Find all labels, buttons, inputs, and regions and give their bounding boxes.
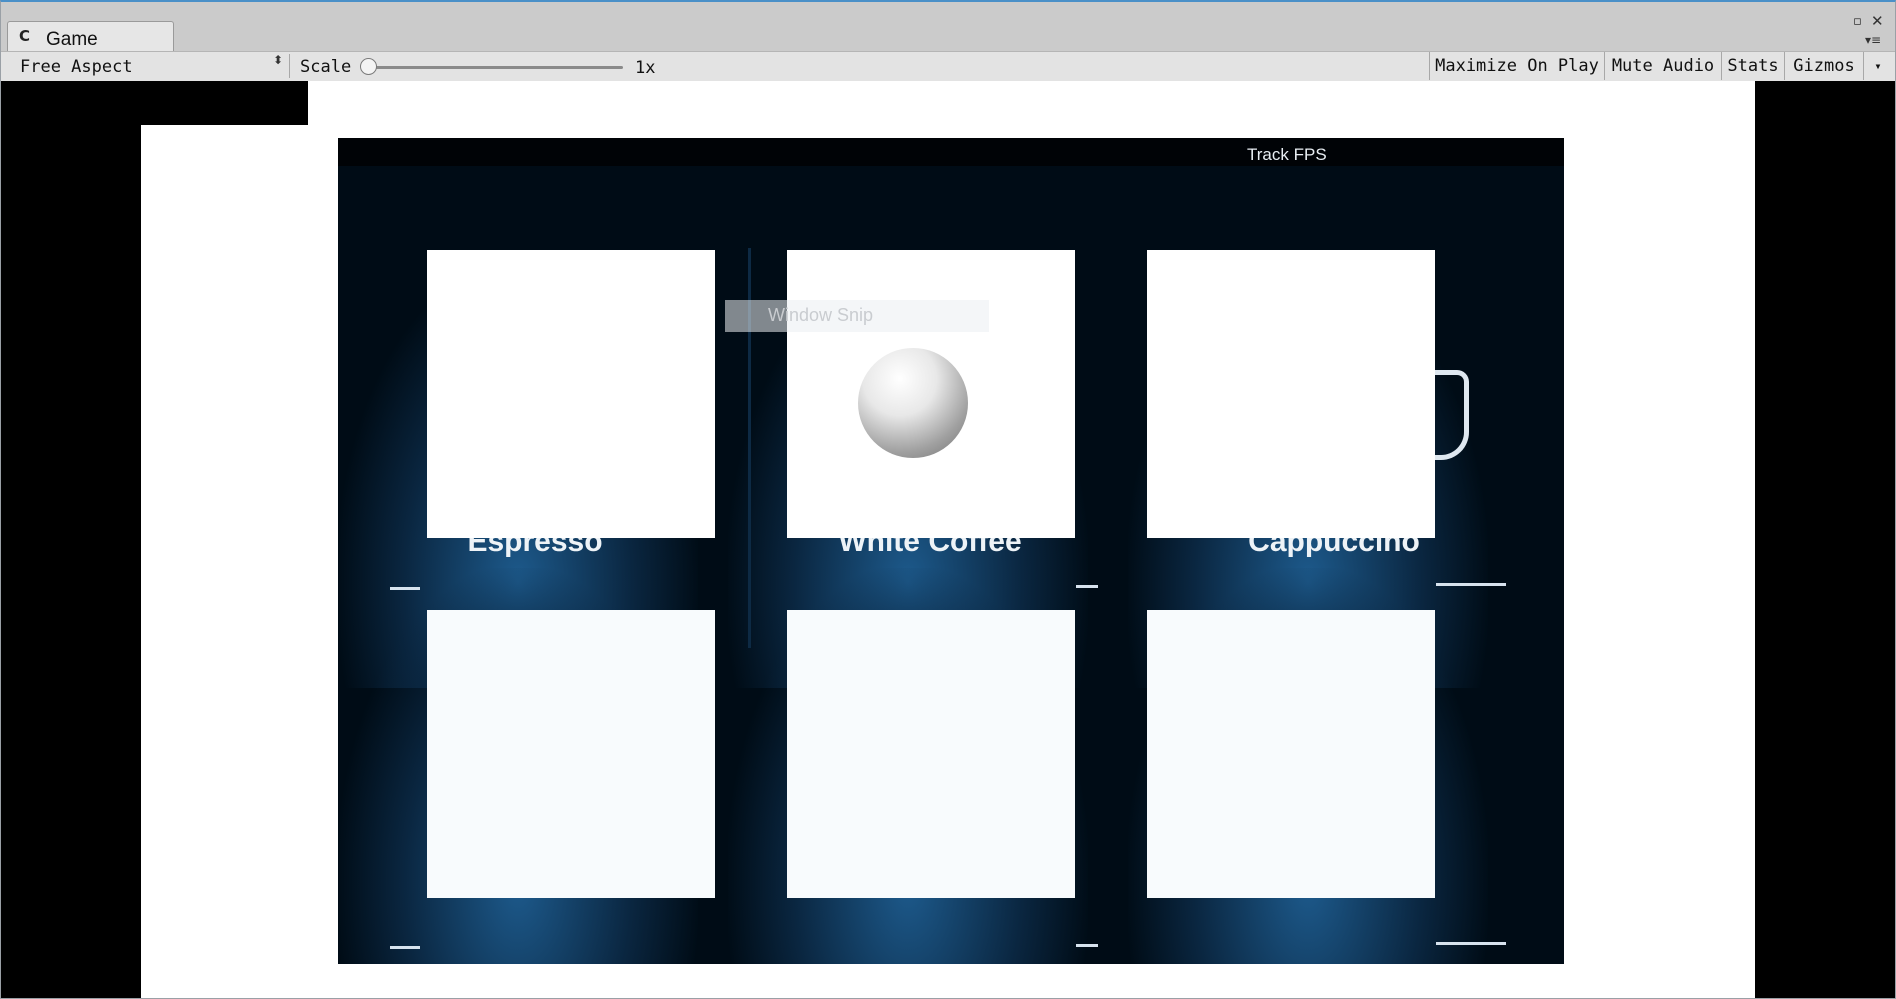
- letterbox-top-left: [141, 81, 308, 125]
- menu-icon[interactable]: ▾≡: [1865, 33, 1881, 47]
- gizmos-button[interactable]: Gizmos: [1784, 52, 1863, 80]
- letterbox-left: [1, 81, 141, 998]
- loading-sphere: [858, 348, 968, 458]
- aspect-dropdown[interactable]: Free Aspect ⬍: [9, 54, 290, 78]
- maximize-icon[interactable]: ▫: [1853, 14, 1862, 29]
- unity-logo-icon: C: [19, 27, 31, 45]
- scale-label: Scale: [300, 57, 352, 77]
- drink-card-cappuccino[interactable]: [1147, 250, 1435, 538]
- shelf-line: [1076, 944, 1098, 947]
- track-fps-label: Track FPS: [1247, 145, 1327, 164]
- shelf-line: [390, 587, 420, 590]
- shelf-line: [1436, 583, 1506, 586]
- tab-strip: C Game ▫ ✕ ▾≡: [1, 2, 1895, 52]
- game-screen: Espresso White Coffee Cappuccino Window …: [338, 138, 1564, 964]
- shelf-line: [1436, 942, 1506, 945]
- game-toolbar: Free Aspect ⬍ Scale 1x Maximize On Play …: [1, 51, 1895, 82]
- scale-value: 1x: [635, 58, 656, 78]
- letterbox-right: [1755, 81, 1895, 998]
- game-header-bar: [338, 138, 1564, 166]
- maximize-on-play-button[interactable]: Maximize On Play: [1429, 52, 1604, 80]
- shelf-line: [1076, 585, 1098, 588]
- mute-audio-button[interactable]: Mute Audio: [1604, 52, 1721, 80]
- drink-card-espresso[interactable]: [427, 250, 715, 538]
- gizmos-dropdown-icon[interactable]: ▾: [1863, 52, 1892, 80]
- drink-card[interactable]: [787, 610, 1075, 898]
- game-viewport[interactable]: Espresso White Coffee Cappuccino Window …: [1, 81, 1895, 998]
- shelf-line: [390, 946, 420, 949]
- snip-label: Window Snip: [768, 305, 874, 325]
- tab-game[interactable]: C Game: [7, 21, 174, 52]
- aspect-label: Free Aspect: [20, 57, 133, 77]
- close-icon[interactable]: ✕: [1871, 12, 1884, 30]
- drink-card[interactable]: [427, 610, 715, 898]
- dropdown-icon: ⬍: [272, 53, 283, 67]
- drink-card[interactable]: [1147, 610, 1435, 898]
- window-snip-overlay: Window Snip: [725, 300, 989, 332]
- tab-label: Game: [46, 29, 98, 50]
- stats-button[interactable]: Stats: [1721, 52, 1784, 80]
- scale-slider-thumb[interactable]: [360, 58, 377, 75]
- scale-slider-track[interactable]: [361, 66, 623, 69]
